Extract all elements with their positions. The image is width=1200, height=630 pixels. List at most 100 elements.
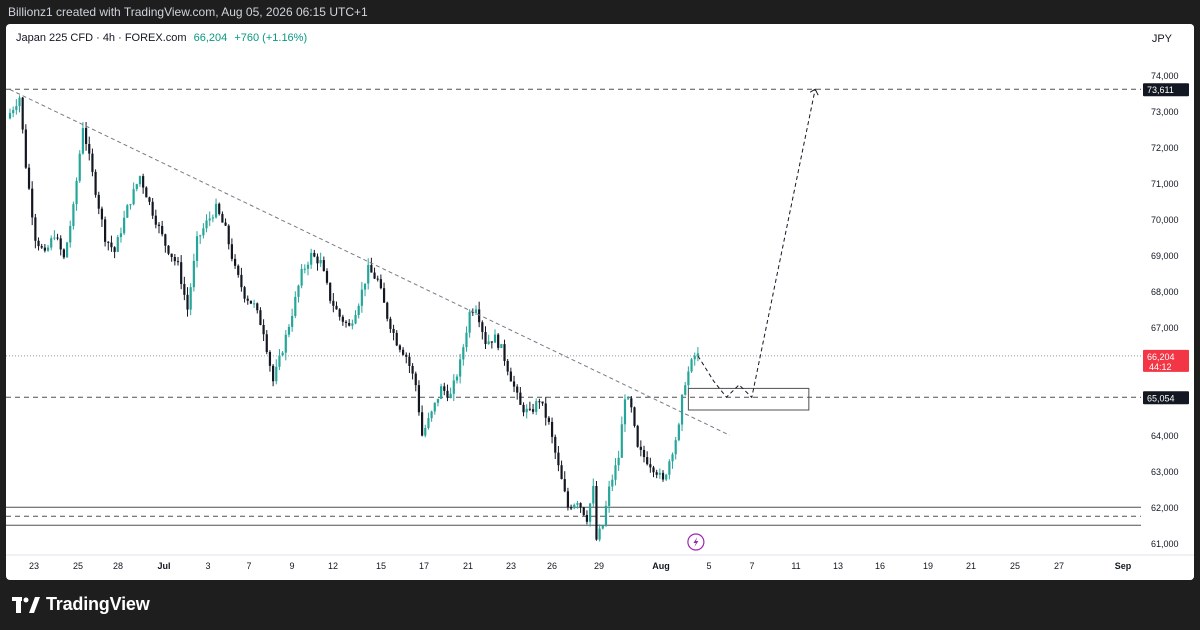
candle-body bbox=[357, 305, 360, 316]
candle-body bbox=[262, 324, 265, 335]
candle-body bbox=[576, 503, 579, 505]
candle-body bbox=[180, 262, 183, 284]
candle-body bbox=[284, 334, 287, 353]
candle-body bbox=[167, 245, 170, 254]
candle-body bbox=[31, 188, 34, 218]
candle-body bbox=[487, 341, 490, 345]
candle-body bbox=[107, 241, 110, 243]
price-change: +760 (+1.16%) bbox=[234, 32, 308, 44]
candle-body bbox=[259, 310, 262, 325]
candle-body bbox=[69, 226, 72, 243]
candle-body bbox=[687, 371, 690, 386]
candle-body bbox=[620, 424, 623, 458]
x-tick-label: 19 bbox=[923, 561, 933, 571]
candle-body bbox=[335, 305, 338, 310]
x-tick-label: Jul bbox=[157, 561, 170, 571]
candle-body bbox=[414, 373, 417, 386]
candle-body bbox=[376, 278, 379, 280]
candle-body bbox=[56, 237, 59, 239]
candle-body bbox=[661, 472, 665, 480]
candle-body bbox=[363, 283, 367, 290]
x-tick-label: 15 bbox=[376, 561, 386, 571]
candle-body bbox=[601, 525, 604, 529]
candle-body bbox=[592, 486, 595, 504]
candle-body bbox=[8, 113, 12, 119]
candle-body bbox=[430, 411, 433, 419]
candle-body bbox=[21, 97, 24, 130]
candle-body bbox=[468, 311, 471, 333]
x-tick-label: 28 bbox=[113, 561, 123, 571]
candle-body bbox=[211, 217, 214, 219]
chart-credit: Billionz1 created with TradingView.com, … bbox=[0, 0, 1200, 24]
candle-body bbox=[411, 365, 414, 374]
candle-body bbox=[50, 238, 53, 248]
candle-body bbox=[443, 386, 446, 391]
candle-body bbox=[547, 417, 550, 422]
candle-body bbox=[459, 359, 462, 377]
candle-body bbox=[408, 356, 411, 366]
candle-body bbox=[265, 334, 268, 353]
candle-body bbox=[53, 237, 56, 239]
y-tick-label: 68,000 bbox=[1151, 287, 1179, 297]
candle-body bbox=[627, 398, 630, 400]
x-tick-label: 12 bbox=[328, 561, 338, 571]
candle-body bbox=[230, 244, 233, 259]
candle-body bbox=[75, 180, 78, 205]
symbol-legend[interactable]: Japan 225 CFD · 4h · FOREX.com 66,204 +7… bbox=[16, 32, 307, 44]
candle-body bbox=[582, 507, 585, 516]
candle-body bbox=[123, 217, 126, 234]
candle-body bbox=[135, 184, 138, 190]
candle-body bbox=[208, 218, 211, 221]
candle-body bbox=[516, 386, 519, 393]
candle-body bbox=[680, 394, 684, 425]
price-tag-text: 65,054 bbox=[1147, 393, 1175, 403]
candle-body bbox=[531, 409, 535, 412]
candle-body bbox=[62, 249, 65, 258]
candle-body bbox=[313, 252, 316, 257]
candle-body bbox=[522, 404, 525, 413]
candle-body bbox=[665, 474, 668, 480]
candle-body bbox=[693, 355, 696, 360]
candle-body bbox=[604, 505, 608, 526]
x-tick-label: 26 bbox=[547, 561, 557, 571]
candle-body bbox=[275, 366, 278, 382]
candle-body bbox=[15, 106, 18, 110]
candle-body bbox=[272, 365, 275, 382]
candle-body bbox=[642, 449, 646, 458]
tradingview-logo[interactable]: TradingView bbox=[12, 594, 150, 615]
candle-body bbox=[512, 381, 516, 387]
candle-body bbox=[151, 201, 154, 216]
candle-body bbox=[59, 238, 62, 250]
y-tick-label: 70,000 bbox=[1151, 215, 1179, 225]
candle-body bbox=[91, 153, 94, 172]
candle-body bbox=[12, 109, 15, 114]
y-tick-label: 67,000 bbox=[1151, 323, 1179, 333]
candle-body bbox=[503, 344, 506, 361]
candle-body bbox=[623, 399, 627, 425]
x-tick-label: 29 bbox=[594, 561, 604, 571]
candle-body bbox=[161, 225, 164, 235]
candle-body bbox=[608, 486, 611, 506]
footer-bar: TradingView bbox=[0, 580, 1200, 630]
candlestick-chart[interactable]: 61,00062,00063,00064,00065,00066,00067,0… bbox=[6, 24, 1194, 580]
candle-body bbox=[639, 446, 642, 450]
candle-body bbox=[554, 436, 557, 453]
candle-body bbox=[306, 264, 310, 269]
candle-body bbox=[119, 233, 123, 238]
candle-body bbox=[303, 268, 306, 270]
projection-path bbox=[697, 89, 816, 399]
candle-body bbox=[351, 323, 354, 326]
candle-body bbox=[560, 465, 563, 480]
candle-body bbox=[18, 97, 21, 107]
candle-body bbox=[246, 298, 249, 301]
y-tick-label: 72,000 bbox=[1151, 143, 1179, 153]
candle-body bbox=[392, 328, 395, 333]
chart-panel[interactable]: 61,00062,00063,00064,00065,00066,00067,0… bbox=[6, 24, 1194, 580]
candle-body bbox=[84, 128, 88, 144]
candle-body bbox=[233, 258, 237, 266]
candle-body bbox=[199, 235, 202, 237]
currency-label[interactable]: JPY bbox=[1152, 33, 1172, 45]
candle-body bbox=[541, 401, 544, 404]
candle-body bbox=[598, 528, 601, 540]
candle-body bbox=[148, 197, 151, 202]
